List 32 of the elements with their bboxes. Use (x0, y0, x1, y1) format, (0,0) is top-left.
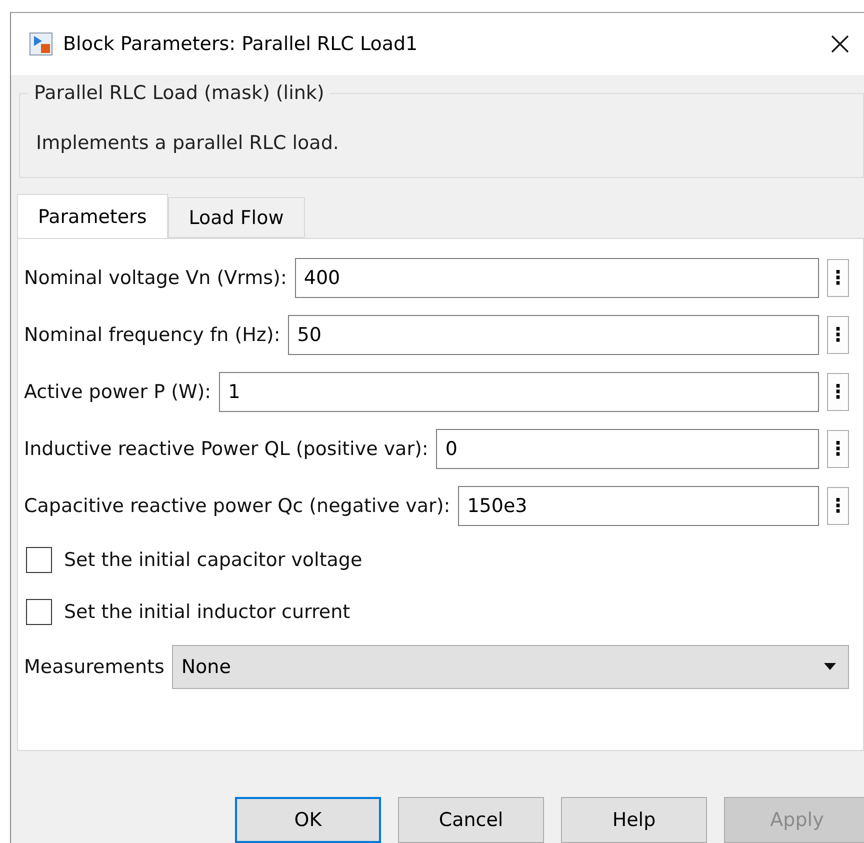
input-field[interactable]: 1 (219, 372, 819, 412)
tab[interactable]: Load Flow (168, 197, 305, 238)
field-label: Nominal frequency fn (Hz): (24, 324, 280, 346)
close-icon[interactable] (830, 34, 850, 54)
menu-button[interactable]: ⋮ (827, 372, 849, 411)
menu-button[interactable]: ⋮ (827, 486, 849, 525)
input-field[interactable]: 0 (436, 428, 819, 469)
menu-button[interactable]: ⋮ (827, 430, 849, 468)
checkbox[interactable] (26, 547, 52, 574)
app-icon (29, 32, 53, 56)
field-label: Active power P (W): (24, 380, 212, 403)
field-label: Nominal voltage Vn (Vrms): (24, 266, 287, 289)
input-field[interactable]: 400 (294, 258, 819, 298)
input-field[interactable]: 50 (288, 314, 819, 355)
window-title: Block Parameters: Parallel RLC Load1 (63, 32, 419, 55)
checkbox-label: Set the initial capacitor voltage (64, 549, 362, 572)
measurements-dropdown[interactable]: None (172, 644, 849, 689)
mask-title: Parallel RLC Load (mask) (link) (28, 82, 330, 104)
field-label: Capacitive reactive power Qc (negative var): (24, 494, 450, 517)
dialog-button[interactable]: Help (561, 797, 707, 843)
dialog-button[interactable]: Cancel (398, 797, 544, 843)
menu-button[interactable]: ⋮ (827, 258, 849, 297)
caret-icon (824, 662, 836, 671)
dialog-button[interactable]: OK (235, 797, 381, 843)
tab[interactable]: Parameters (17, 194, 168, 240)
measurements-label: Measurements (24, 656, 164, 678)
input-field[interactable]: 150e3 (458, 486, 819, 526)
mask-description: Implements a parallel RLC load. (36, 132, 339, 154)
checkbox[interactable] (26, 599, 52, 626)
field-label: Inductive reactive Power QL (positive var): (24, 438, 428, 460)
checkbox-label: Set the initial inductor current (64, 601, 350, 624)
menu-button[interactable]: ⋮ (827, 316, 849, 354)
